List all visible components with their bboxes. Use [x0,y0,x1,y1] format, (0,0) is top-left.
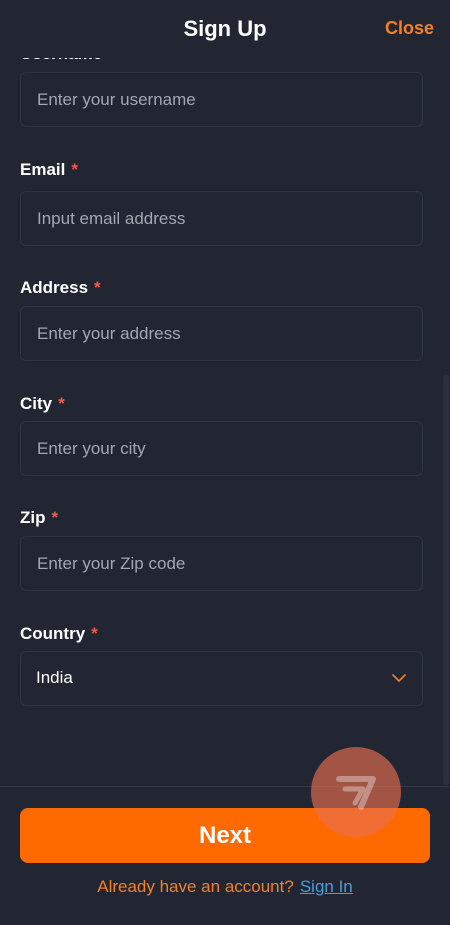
zip-label-text: Zip [20,508,46,527]
email-label: Email * [20,160,78,180]
scrollbar[interactable] [443,375,449,785]
required-mark: * [94,278,101,297]
brand-logo-icon [336,776,376,810]
email-input[interactable] [20,191,423,246]
chevron-down-icon [392,674,406,682]
required-mark: * [51,508,59,527]
address-label: Address * [20,278,101,298]
city-label-text: City [20,394,53,413]
sign-in-link[interactable]: Sign In [300,877,353,896]
signin-prompt: Already have an account? [97,877,294,896]
country-select[interactable]: India [20,651,423,706]
required-mark: * [71,160,78,179]
zip-label: Zip * [20,508,58,528]
country-label-text: Country [20,624,86,643]
country-label: Country * [20,624,98,644]
signin-row: Already have an account? Sign In [0,877,450,897]
required-mark: * [58,394,65,413]
signup-form: Username Email* Address* City* Zip* Coun… [0,0,450,786]
required-mark: * [91,624,98,643]
floating-brand-badge[interactable] [311,747,401,837]
country-select-value: India [36,668,73,687]
close-button[interactable]: Close [385,18,434,39]
city-input[interactable] [20,421,423,476]
username-input[interactable] [20,72,423,127]
address-label-text: Address [20,278,89,297]
address-input[interactable] [20,306,423,361]
zip-input[interactable] [20,536,423,591]
header: Sign Up Close [0,0,450,58]
email-label-text: Email [20,160,66,179]
page-title: Sign Up [183,16,267,41]
city-label: City * [20,394,65,414]
